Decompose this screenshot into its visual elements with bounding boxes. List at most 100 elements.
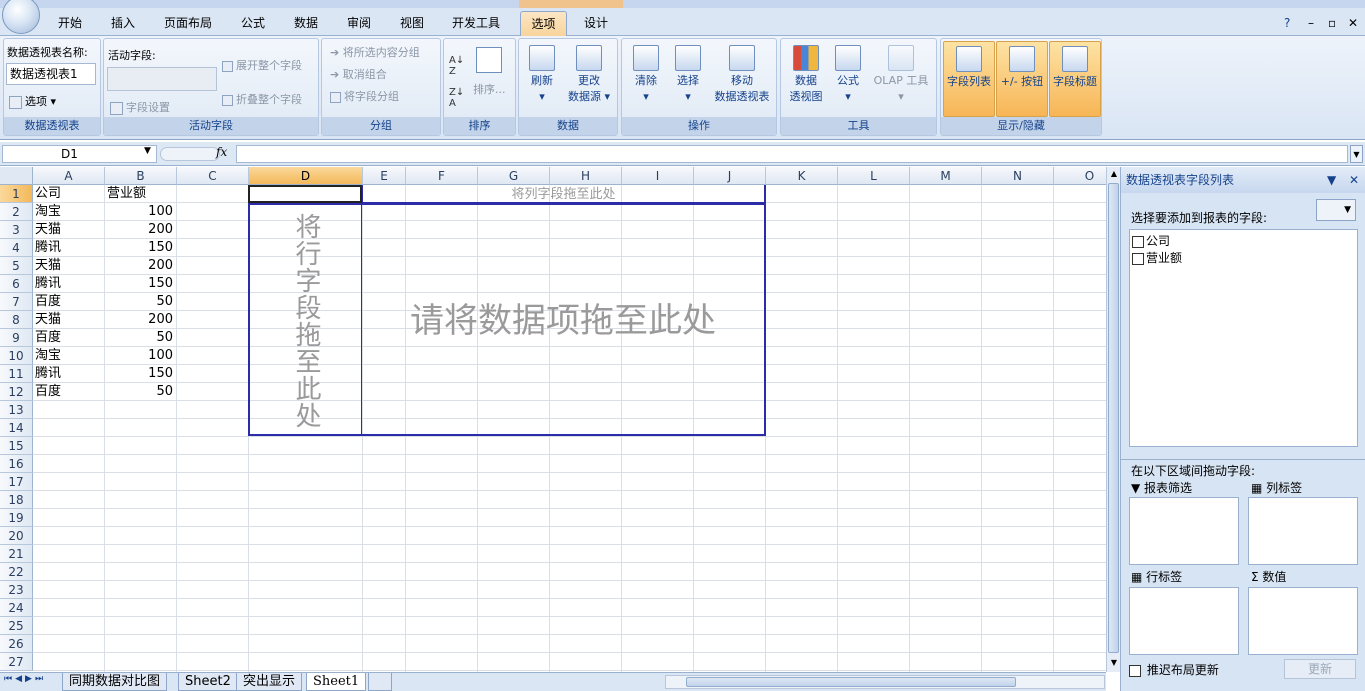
tab-formulas[interactable]: 公式 xyxy=(237,13,269,35)
scroll-down-icon[interactable]: ▼ xyxy=(1108,656,1120,670)
pivot-name-input[interactable]: 数据透视表1 xyxy=(6,63,96,85)
tab-options[interactable]: 选项 xyxy=(520,11,567,37)
row-header-17[interactable]: 17 xyxy=(0,473,33,491)
sheet-nav-icons[interactable]: ⏮◀▶⏭ xyxy=(4,674,46,684)
table-cell[interactable]: 淘宝 xyxy=(35,203,103,221)
row-header-6[interactable]: 6 xyxy=(0,275,33,293)
expand-field-button[interactable]: 展开整个字段 xyxy=(222,57,302,73)
column-header-c[interactable]: C xyxy=(177,167,249,185)
row-header-18[interactable]: 18 xyxy=(0,491,33,509)
table-cell[interactable]: 腾讯 xyxy=(35,239,103,257)
row-header-14[interactable]: 14 xyxy=(0,419,33,437)
row-header-5[interactable]: 5 xyxy=(0,257,33,275)
change-source-button[interactable]: 更改 数据源 ▾ xyxy=(563,45,615,105)
clear-button[interactable]: 清除 ▾ xyxy=(628,45,664,105)
table-cell[interactable]: 150 xyxy=(105,239,173,257)
table-cell[interactable]: 百度 xyxy=(35,293,103,311)
row-labels-zone[interactable] xyxy=(1129,587,1239,655)
table-cell[interactable]: 50 xyxy=(105,293,173,311)
tab-developer[interactable]: 开发工具 xyxy=(448,13,504,35)
expand-formula-bar-icon[interactable]: ▼ xyxy=(1350,145,1363,163)
field-headers-button[interactable]: 字段标题 xyxy=(1049,41,1101,117)
pivot-row-drop-zone[interactable]: 将行字段拖至此处 xyxy=(248,203,362,436)
select-all-corner[interactable] xyxy=(0,167,33,185)
row-header-23[interactable]: 23 xyxy=(0,581,33,599)
column-header-n[interactable]: N xyxy=(982,167,1054,185)
field-settings-button[interactable]: 字段设置 xyxy=(110,99,170,115)
report-filter-zone[interactable] xyxy=(1129,497,1239,565)
tab-insert[interactable]: 插入 xyxy=(107,13,139,35)
table-header-cell[interactable]: 营业额 xyxy=(107,185,175,203)
row-header-16[interactable]: 16 xyxy=(0,455,33,473)
name-box-dropdown-icon[interactable]: ▼ xyxy=(144,146,151,156)
group-selection-button[interactable]: ➔ 将所选内容分组 xyxy=(330,44,420,60)
column-labels-zone[interactable] xyxy=(1248,497,1358,565)
pivotchart-button[interactable]: 数据 透视图 xyxy=(785,45,827,105)
column-header-l[interactable]: L xyxy=(838,167,910,185)
table-cell[interactable]: 淘宝 xyxy=(35,347,103,365)
column-header-m[interactable]: M xyxy=(910,167,982,185)
row-header-3[interactable]: 3 xyxy=(0,221,33,239)
sheet-tab[interactable]: Sheet2 xyxy=(178,673,238,691)
pivot-column-drop-zone[interactable]: 将列字段拖至此处 xyxy=(362,185,766,203)
sheet-tab[interactable]: 突出显示 xyxy=(236,673,303,691)
row-header-13[interactable]: 13 xyxy=(0,401,33,419)
tab-view[interactable]: 视图 xyxy=(396,13,428,35)
tab-data[interactable]: 数据 xyxy=(290,13,322,35)
row-header-20[interactable]: 20 xyxy=(0,527,33,545)
row-header-21[interactable]: 21 xyxy=(0,545,33,563)
sort-desc-icon[interactable]: Z↓ A xyxy=(449,87,464,109)
checkbox[interactable] xyxy=(1129,664,1141,677)
table-cell[interactable]: 100 xyxy=(105,347,173,365)
sheet-tab-active[interactable]: Sheet1 xyxy=(306,673,367,691)
formula-input[interactable] xyxy=(236,145,1348,163)
column-header-b[interactable]: B xyxy=(105,167,177,185)
row-header-10[interactable]: 10 xyxy=(0,347,33,365)
name-box[interactable]: D1 xyxy=(2,145,157,163)
table-cell[interactable]: 100 xyxy=(105,203,173,221)
select-button[interactable]: 选择 ▾ xyxy=(670,45,706,105)
worksheet-grid[interactable]: ABCDEFGHIJKLMNO 1 2 3 4 5 6 7 8 9 10 11 12 13 14 15 16 1… xyxy=(0,167,1106,672)
column-header-a[interactable]: A xyxy=(33,167,105,185)
table-cell[interactable]: 百度 xyxy=(35,383,103,401)
horizontal-scrollbar[interactable] xyxy=(665,675,1105,689)
olap-tools-button[interactable]: OLAP 工具 ▾ xyxy=(869,45,933,105)
table-header-cell[interactable]: 公司 xyxy=(35,185,103,203)
active-cell-d1[interactable] xyxy=(248,185,362,203)
formula-splitter[interactable] xyxy=(160,147,220,161)
row-header-15[interactable]: 15 xyxy=(0,437,33,455)
hscroll-thumb[interactable] xyxy=(686,677,1016,687)
tab-review[interactable]: 审阅 xyxy=(343,13,375,35)
row-header-4[interactable]: 4 xyxy=(0,239,33,257)
table-cell[interactable]: 天猫 xyxy=(35,221,103,239)
panel-close-icon[interactable]: ✕ xyxy=(1349,167,1359,193)
row-header-12[interactable]: 12 xyxy=(0,383,33,401)
row-header-2[interactable]: 2 xyxy=(0,203,33,221)
group-field-button[interactable]: 将字段分组 xyxy=(330,88,399,104)
sheet-tab[interactable]: 同期数据对比图 xyxy=(62,673,168,691)
row-header-8[interactable]: 8 xyxy=(0,311,33,329)
row-header-11[interactable]: 11 xyxy=(0,365,33,383)
fx-icon[interactable]: fx xyxy=(216,145,227,159)
column-header-d[interactable]: D xyxy=(249,167,363,185)
row-header-25[interactable]: 25 xyxy=(0,617,33,635)
tab-design[interactable]: 设计 xyxy=(580,13,612,35)
restore-icon[interactable]: ▫ xyxy=(1324,13,1340,35)
tab-page-layout[interactable]: 页面布局 xyxy=(160,13,216,35)
sort-button[interactable]: 排序... xyxy=(473,81,506,97)
plus-minus-buttons-button[interactable]: +/- 按钮 xyxy=(996,41,1048,117)
table-cell[interactable]: 200 xyxy=(105,311,173,329)
scroll-thumb[interactable] xyxy=(1108,183,1119,653)
row-header-1[interactable]: 1 xyxy=(0,185,33,203)
sort-asc-icon[interactable]: A↓ Z xyxy=(449,55,464,77)
ungroup-button[interactable]: ➔ 取消组合 xyxy=(330,66,387,82)
table-cell[interactable]: 百度 xyxy=(35,329,103,347)
checkbox[interactable] xyxy=(1132,252,1144,265)
table-cell[interactable]: 天猫 xyxy=(35,257,103,275)
tab-home[interactable]: 开始 xyxy=(54,13,86,35)
close-icon[interactable]: ✕ xyxy=(1344,13,1362,35)
options-button[interactable]: 选项 ▾ xyxy=(9,93,56,109)
defer-update-checkbox[interactable]: 推迟布局更新 xyxy=(1129,661,1219,678)
minimize-icon[interactable]: – xyxy=(1304,13,1318,35)
table-cell[interactable]: 腾讯 xyxy=(35,275,103,293)
